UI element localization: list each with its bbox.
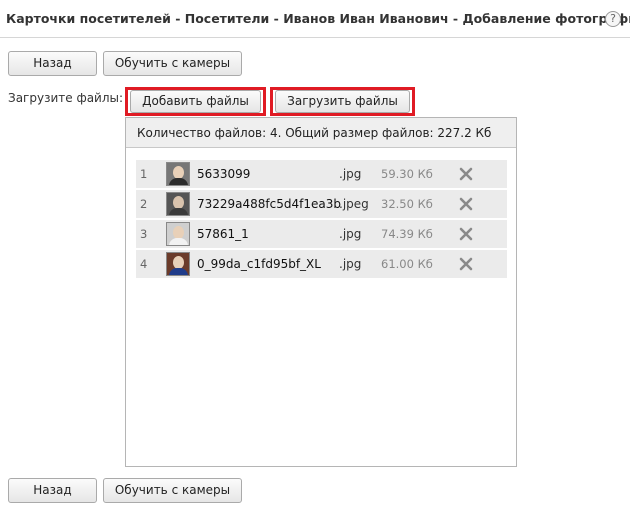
file-name: 5633099 <box>197 167 251 181</box>
file-size: 59.30 Кб <box>381 167 433 181</box>
file-number: 4 <box>140 257 148 271</box>
file-extension: .jpg <box>339 227 362 241</box>
file-thumbnail <box>166 162 190 186</box>
file-row: 3 57861_1 .jpg 74.39 Кб <box>136 220 507 248</box>
file-extension: .jpeg <box>339 197 369 211</box>
upload-files-label: Загрузите файлы: <box>8 91 124 105</box>
file-size: 32.50 Кб <box>381 197 433 211</box>
train-from-camera-button-bottom[interactable]: Обучить с камеры <box>103 478 242 503</box>
add-files-button[interactable]: Добавить файлы <box>130 90 261 113</box>
file-summary: Количество файлов: 4. Общий размер файло… <box>126 118 516 148</box>
page-title: Карточки посетителей - Посетители - Иван… <box>6 11 630 26</box>
file-thumbnail <box>166 192 190 216</box>
upload-files-button[interactable]: Загрузить файлы <box>275 90 410 113</box>
delete-file-icon[interactable] <box>459 227 473 241</box>
file-name: 0_99da_c1fd95bf_XL <box>197 257 321 271</box>
file-number: 3 <box>140 227 148 241</box>
file-name: 57861_1 <box>197 227 249 241</box>
delete-file-icon[interactable] <box>459 257 473 271</box>
train-from-camera-button[interactable]: Обучить с камеры <box>103 51 242 76</box>
file-name: 73229a488fc5d4f1ea3b <box>197 197 341 211</box>
title-bar: Карточки посетителей - Посетители - Иван… <box>0 0 630 38</box>
back-button-bottom[interactable]: Назад <box>8 478 97 503</box>
help-question-icon[interactable]: ? <box>605 11 621 27</box>
file-size: 61.00 Кб <box>381 257 433 271</box>
file-thumbnail <box>166 222 190 246</box>
file-row: 2 73229a488fc5d4f1ea3b .jpeg 32.50 Кб <box>136 190 507 218</box>
delete-file-icon[interactable] <box>459 167 473 181</box>
file-thumbnail <box>166 252 190 276</box>
delete-file-icon[interactable] <box>459 197 473 211</box>
back-button[interactable]: Назад <box>8 51 97 76</box>
file-extension: .jpg <box>339 257 362 271</box>
file-list-panel: Количество файлов: 4. Общий размер файло… <box>125 117 517 467</box>
file-row: 1 5633099 .jpg 59.30 Кб <box>136 160 507 188</box>
file-size: 74.39 Кб <box>381 227 433 241</box>
file-number: 1 <box>140 167 148 181</box>
file-number: 2 <box>140 197 148 211</box>
file-extension: .jpg <box>339 167 362 181</box>
file-row: 4 0_99da_c1fd95bf_XL .jpg 61.00 Кб <box>136 250 507 278</box>
